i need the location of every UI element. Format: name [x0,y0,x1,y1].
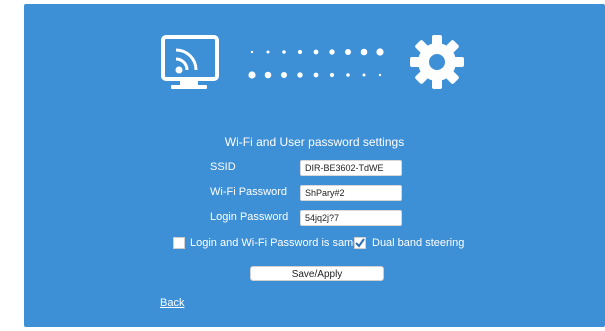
dual-band-checkbox[interactable] [354,237,366,249]
gear-icon [410,35,464,89]
back-link[interactable]: Back [160,297,184,309]
save-apply-button[interactable]: Save/Apply [250,266,384,281]
setup-illustration [161,35,464,89]
progress-dots [248,48,384,79]
cast-screen-icon [161,35,219,89]
same-password-checkbox[interactable] [173,237,185,249]
setup-panel: Wi-Fi and User password settings SSID Wi… [24,4,605,327]
wifi-password-label: Wi-Fi Password [210,186,288,198]
ssid-label: SSID [210,161,236,173]
same-password-label: Login and Wi-Fi Password is same [190,237,360,249]
page-title: Wi-Fi and User password settings [224,135,405,149]
dual-band-label: Dual band steering [372,237,465,249]
ssid-input[interactable] [300,160,402,176]
wifi-password-input[interactable] [300,185,402,201]
login-password-input[interactable] [300,210,402,226]
login-password-label: Login Password [210,211,289,223]
checkmark-icon [355,238,365,248]
